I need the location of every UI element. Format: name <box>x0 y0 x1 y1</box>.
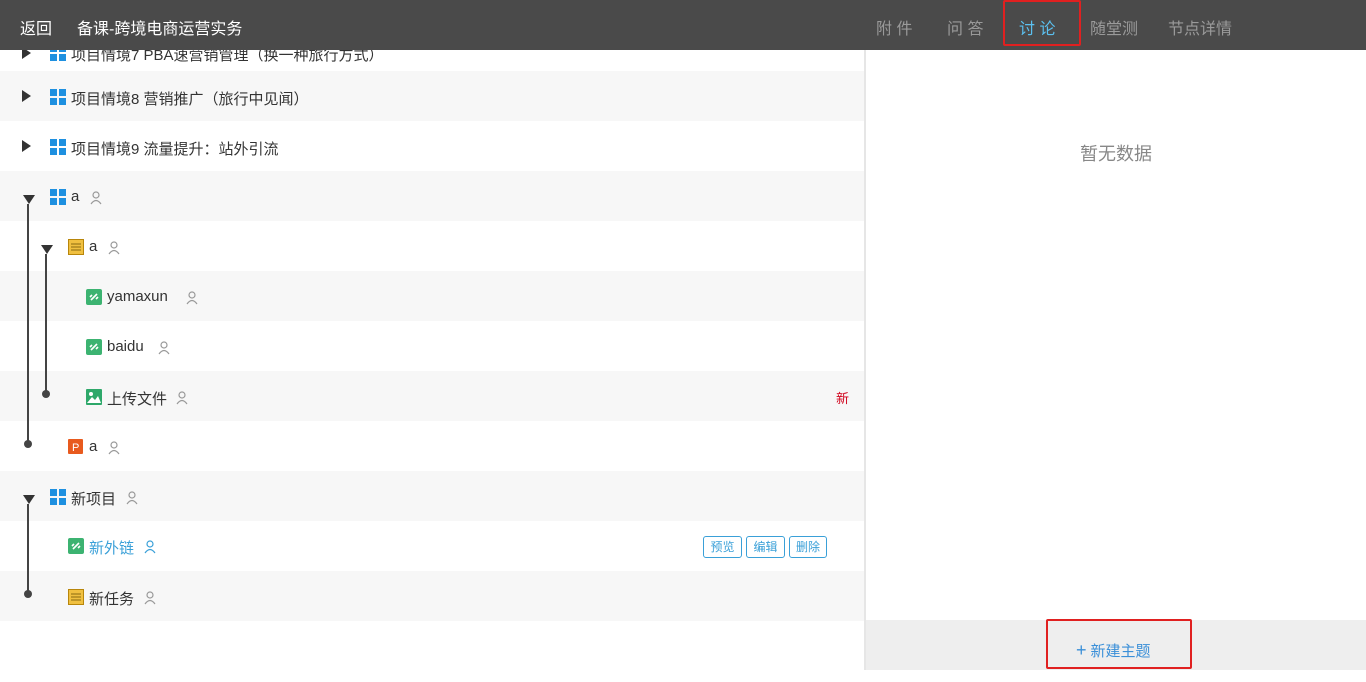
tree-row[interactable]: a <box>0 171 864 221</box>
tree-item-label: yamaxun <box>107 288 168 305</box>
tree-row[interactable]: 新项目 <box>0 471 864 521</box>
tree-row[interactable]: P a <box>0 421 864 471</box>
tree-connector-line <box>45 254 47 394</box>
collapse-toggle-icon[interactable] <box>41 245 53 254</box>
tree-connector-line <box>27 504 29 594</box>
tree-item-label: 项目情境9 流量提升：站外引流 <box>71 141 279 158</box>
tree-row[interactable]: 新任务 <box>0 571 864 621</box>
expand-toggle-icon[interactable] <box>22 140 31 152</box>
collapse-toggle-icon[interactable] <box>23 195 35 204</box>
user-icon <box>108 241 120 255</box>
user-icon <box>144 591 156 605</box>
module-grid-icon <box>50 139 66 155</box>
image-file-icon <box>86 389 102 405</box>
module-grid-icon <box>50 189 66 205</box>
tab-qa[interactable]: 问 答 <box>947 15 983 39</box>
new-badge: 新 <box>836 391 850 406</box>
user-icon <box>126 491 138 505</box>
user-icon <box>176 391 188 405</box>
tree-row[interactable]: a <box>0 221 864 271</box>
user-icon <box>144 540 156 554</box>
tab-quiz[interactable]: 随堂测 <box>1090 15 1138 39</box>
link-icon <box>68 538 84 554</box>
user-icon <box>90 191 102 205</box>
back-button[interactable]: 返回 <box>20 15 52 39</box>
user-icon <box>158 341 170 355</box>
tab-node-details[interactable]: 节点详情 <box>1168 15 1232 39</box>
tree-connector-dot <box>24 440 32 448</box>
new-topic-highlight <box>1046 619 1192 669</box>
delete-button[interactable]: 删除 <box>789 536 827 558</box>
tree-item-label: a <box>89 238 98 255</box>
tree-row[interactable]: 新外链 预览 编辑 删除 <box>0 521 864 571</box>
tree-connector-line <box>27 204 29 444</box>
empty-state-text: 暂无数据 <box>1080 144 1152 164</box>
tab-discussion-highlight <box>1003 0 1081 46</box>
tree-connector-dot <box>42 390 50 398</box>
course-title: 备课-跨境电商运营实务 <box>77 21 243 38</box>
discussion-panel: 暂无数据 <box>866 50 1366 670</box>
tree-item-label: baidu <box>107 338 144 355</box>
tree-item-label: 项目情境8 营销推广（旅行中见闻） <box>71 91 309 108</box>
tree-row[interactable]: 项目情境8 营销推广（旅行中见闻） <box>0 71 864 121</box>
tree-item-label: 上传文件 <box>107 391 168 408</box>
tree-row[interactable]: 上传文件 新 <box>0 371 864 421</box>
tree-row[interactable]: baidu <box>0 321 864 371</box>
module-grid-icon <box>50 89 66 105</box>
module-grid-icon <box>50 489 66 505</box>
collapse-toggle-icon[interactable] <box>23 495 35 504</box>
tree-item-label: a <box>89 438 98 455</box>
tree-row[interactable]: 项目情境9 流量提升：站外引流 <box>0 121 864 171</box>
tab-attachments[interactable]: 附 件 <box>876 15 912 39</box>
expand-toggle-icon[interactable] <box>22 90 31 102</box>
course-tree: 项目情境7 PBA速营销管理（换一种旅行方式） 项目情境8 营销推广（旅行中见闻… <box>0 50 864 670</box>
top-bar: 返回 备课-跨境电商运营实务 附 件 问 答 讨 论 随堂测 节点详情 <box>0 0 1366 50</box>
svg-text:P: P <box>72 442 79 454</box>
preview-button[interactable]: 预览 <box>703 536 742 558</box>
edit-button[interactable]: 编辑 <box>746 536 785 558</box>
task-icon <box>68 239 84 255</box>
link-icon <box>86 339 102 355</box>
tree-item-label: a <box>71 188 80 205</box>
ppt-icon: P <box>68 439 84 455</box>
task-icon <box>68 589 84 605</box>
tree-row[interactable]: yamaxun <box>0 271 864 321</box>
tree-connector-dot <box>24 590 32 598</box>
user-icon <box>108 441 120 455</box>
user-icon <box>186 291 198 305</box>
tree-item-label: 新外链 <box>89 540 135 557</box>
tree-item-label: 新任务 <box>89 591 135 608</box>
expand-toggle-icon[interactable] <box>22 50 31 59</box>
link-icon <box>86 289 102 305</box>
tree-item-label: 项目情境7 PBA速营销管理（换一种旅行方式） <box>71 50 384 64</box>
tree-item-label: 新项目 <box>71 491 117 508</box>
module-grid-icon <box>50 50 66 61</box>
